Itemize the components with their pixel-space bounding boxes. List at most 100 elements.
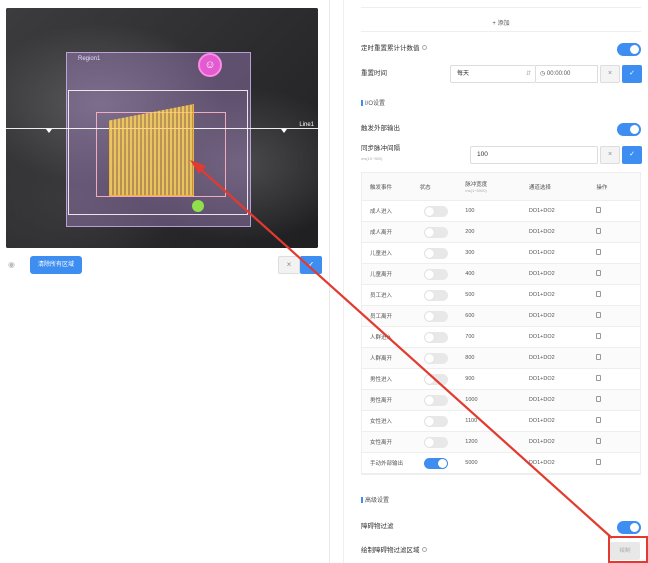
event-status-toggle[interactable] (423, 395, 448, 406)
trigger-output-toggle[interactable] (617, 123, 641, 136)
edit-icon[interactable] (596, 291, 602, 297)
table-row: 手动外部输出 5000 DO1+DO2 (362, 453, 640, 474)
event-status-toggle[interactable] (423, 206, 448, 217)
table-body: 成人进入 100 DO1+DO2 成人离开 200 DO1+DO2 儿童进入 300 DO1+D… (362, 201, 640, 474)
edit-icon[interactable] (596, 459, 602, 465)
sync-cancel-button[interactable]: × (600, 146, 620, 164)
region-label: Region1 (78, 56, 101, 62)
channel[interactable]: DO1+DO2 (529, 355, 597, 361)
event-status-toggle[interactable] (423, 374, 448, 385)
sync-interval-sublabel: ms(10~500) (361, 156, 383, 161)
obstacle-filter-toggle[interactable] (617, 521, 641, 534)
camera-view[interactable]: Region1 Line1 ☺ (6, 8, 318, 248)
reset-frequency-select[interactable]: 每天 ⇵ (450, 65, 536, 83)
channel[interactable]: DO1+DO2 (529, 460, 597, 466)
green-marker-icon[interactable] (192, 200, 204, 212)
table-row: 人群离开 800 DO1+DO2 (362, 348, 640, 369)
channel[interactable]: DO1+DO2 (529, 334, 597, 340)
event-status-toggle[interactable] (423, 353, 448, 364)
pulse-width[interactable]: 500 (463, 292, 529, 298)
edit-icon[interactable] (596, 312, 602, 318)
cancel-button[interactable]: × (278, 256, 300, 274)
edit-icon[interactable] (596, 270, 602, 276)
pulse-width[interactable]: 100 (463, 208, 529, 214)
edit-icon[interactable] (596, 417, 602, 423)
person-marker-icon[interactable]: ☺ (198, 53, 222, 77)
pulse-width[interactable]: 700 (463, 334, 529, 340)
timed-reset-toggle[interactable] (617, 43, 641, 56)
event-name: 男性进入 (370, 377, 393, 383)
event-status-toggle[interactable] (423, 290, 448, 301)
event-status-toggle[interactable] (423, 248, 448, 259)
channel[interactable]: DO1+DO2 (529, 271, 597, 277)
edit-icon[interactable] (596, 438, 602, 444)
clock-icon: ◷ (540, 71, 546, 77)
confirm-button[interactable]: ✓ (300, 256, 322, 274)
trigger-event-table: 触发事件 状态 脉冲宽度 ms(1~5000) 通道选择 操作 成人进入 100 D… (361, 172, 641, 475)
channel[interactable]: DO1+DO2 (529, 397, 597, 403)
eye-icon[interactable]: ◉ (8, 261, 18, 269)
pulse-width[interactable]: 600 (463, 313, 529, 319)
edit-icon[interactable] (596, 249, 602, 255)
event-name: 人群离开 (370, 356, 393, 362)
pulse-width[interactable]: 300 (463, 250, 529, 256)
line-label: Line1 (299, 122, 314, 128)
event-status-toggle[interactable] (423, 416, 448, 427)
event-status-toggle[interactable] (423, 311, 448, 322)
event-status-toggle[interactable] (423, 437, 448, 448)
pulse-width[interactable]: 1200 (463, 439, 529, 445)
table-row: 成人离开 200 DO1+DO2 (362, 222, 640, 243)
channel[interactable]: DO1+DO2 (529, 292, 597, 298)
edit-icon[interactable] (596, 207, 602, 213)
event-status-toggle[interactable] (423, 458, 448, 469)
reset-time-cancel-button[interactable]: × (600, 65, 620, 83)
action-cell (596, 270, 640, 278)
pulse-width[interactable]: 800 (463, 355, 529, 361)
event-status-toggle[interactable] (423, 227, 448, 238)
direction-arrow-icon (46, 129, 52, 133)
event-name: 成人进入 (370, 209, 393, 215)
event-name: 员工离开 (370, 314, 393, 320)
edit-icon[interactable] (596, 228, 602, 234)
clear-all-regions-button[interactable]: 清除所有区域 (30, 256, 83, 274)
pulse-width[interactable]: 1000 (463, 397, 529, 403)
channel[interactable]: DO1+DO2 (529, 250, 597, 256)
event-status-toggle[interactable] (423, 332, 448, 343)
pulse-width[interactable]: 5000 (463, 460, 529, 466)
edit-icon[interactable] (596, 396, 602, 402)
channel[interactable]: DO1+DO2 (529, 208, 597, 214)
reset-time-input[interactable]: ◷ 00:00:00 (536, 65, 598, 83)
frequency-value: 每天 (457, 71, 470, 77)
edit-icon[interactable] (596, 354, 602, 360)
table-row: 女性进入 1100 DO1+DO2 (362, 411, 640, 432)
header-event: 触发事件 (370, 184, 393, 191)
channel[interactable]: DO1+DO2 (529, 439, 597, 445)
action-cell (596, 438, 640, 446)
event-name: 儿童进入 (370, 251, 393, 257)
sync-confirm-button[interactable]: ✓ (622, 146, 642, 164)
pulse-width[interactable]: 1100 (463, 418, 529, 424)
channel[interactable]: DO1+DO2 (529, 418, 597, 424)
channel[interactable]: DO1+DO2 (529, 376, 597, 382)
reset-time-value: 00:00:00 (546, 71, 571, 77)
pulse-width[interactable]: 200 (463, 229, 529, 235)
edit-icon[interactable] (596, 333, 602, 339)
event-name: 员工进入 (370, 293, 393, 299)
pulse-width[interactable]: 400 (463, 271, 529, 277)
channel[interactable]: DO1+DO2 (529, 229, 597, 235)
settings-panel: + 添加 定时重置累计计数值 重置时间 每天 ⇵ ◷ 00:00:00 × ✓ … (343, 0, 648, 563)
pulse-width[interactable]: 900 (463, 376, 529, 382)
status-cell (420, 222, 464, 242)
add-button[interactable]: + 添加 (361, 16, 641, 32)
table-row: 成人进入 100 DO1+DO2 (362, 201, 640, 222)
edit-icon[interactable] (596, 375, 602, 381)
table-row: 男性离开 1000 DO1+DO2 (362, 390, 640, 411)
status-cell (420, 432, 464, 452)
action-cell (596, 459, 640, 467)
sync-interval-input[interactable]: 100 (470, 146, 598, 164)
reset-time-confirm-button[interactable]: ✓ (622, 65, 642, 83)
channel[interactable]: DO1+DO2 (529, 313, 597, 319)
previous-table-row (361, 0, 641, 8)
trigger-output-row: 触发外部输出 (361, 121, 645, 137)
event-status-toggle[interactable] (423, 269, 448, 280)
